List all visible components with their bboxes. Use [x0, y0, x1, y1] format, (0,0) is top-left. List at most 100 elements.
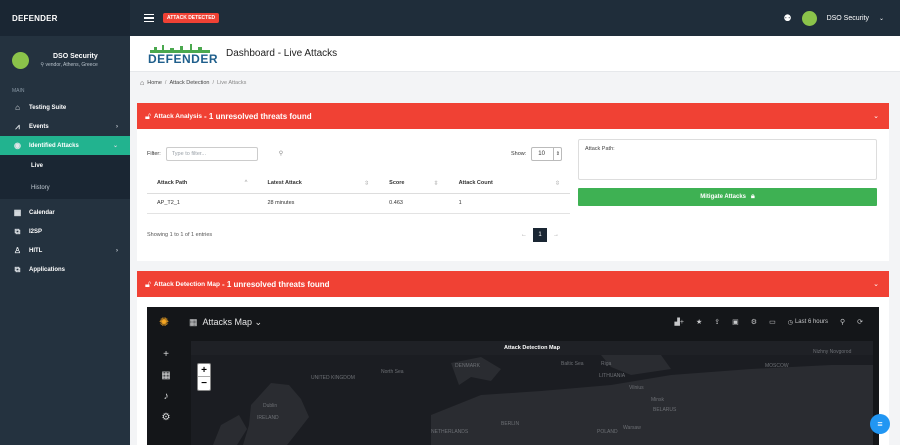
attack-detection-map-panel: 🔓︎ Attack Detection Map - 1 unresolved t… [137, 271, 889, 445]
grafana-toolbar: ✺ ▦ Attacks Map ⌄ ▟+ ★ ⇪ ▣ ⚙ ▭ ◷ Last 6 h… [147, 307, 879, 337]
sidebar-item-events[interactable]: ⩘ Events › [0, 117, 130, 136]
plus-icon[interactable]: + [163, 349, 169, 360]
menu-toggle-icon[interactable] [144, 13, 154, 23]
logo-text: DEFENDER [148, 51, 219, 66]
sidebar-item-testing-suite[interactable]: ⌂ Testing Suite [0, 98, 130, 117]
gear-icon[interactable]: ⚙ [162, 412, 171, 423]
attack-path-label: Attack Path: [585, 146, 615, 152]
map-title: Attack Detection Map [504, 345, 560, 351]
page-size-select[interactable]: 10 ⇕ [531, 147, 563, 161]
map-label: Minsk [651, 397, 665, 403]
page-button-current[interactable]: 1 [533, 228, 547, 242]
sidebar-item-label: Identified Attacks [29, 142, 79, 149]
table-row[interactable]: AP_T2_1 28 minutes 0.463 1 [147, 193, 570, 214]
sidebar-item-calendar[interactable]: ▦ Calendar [0, 203, 130, 222]
profile-name: DSO Security [53, 52, 98, 60]
star-icon[interactable]: ★ [696, 318, 702, 326]
sidebar-item-label: Testing Suite [29, 104, 67, 111]
attack-analysis-header[interactable]: 🔓︎ Attack Analysis - 1 unresolved threat… [137, 103, 889, 129]
panel-prefix: Attack Analysis [153, 112, 203, 120]
world-map-panel: Attack Detection Map UNITED KINGDOM DENM… [191, 341, 873, 445]
map-canvas[interactable]: UNITED KINGDOM DENMARK LITHUANIA Vilnius… [191, 349, 873, 445]
cell-attack-path: AP_T2_1 [147, 193, 258, 214]
time-range-picker[interactable]: ◷ Last 6 hours [788, 319, 828, 326]
sidebar-item-label: Calendar [29, 209, 55, 216]
sort-icon: ⇳ [554, 181, 560, 187]
show-label: Show: [511, 151, 527, 157]
sidebar-item-identified-attacks[interactable]: ◉ Identified Attacks ⌄ [0, 136, 130, 155]
submenu-identified-attacks: Live History [0, 155, 130, 199]
column-header-latest-attack[interactable]: Latest Attack ⇳ [257, 174, 380, 194]
target-icon: ◉ [14, 141, 21, 150]
grafana-tools: ▟+ ★ ⇪ ▣ ⚙ ▭ ◷ Last 6 hours ⚲ ⟳ [675, 318, 879, 326]
copy-icon: ⧉ [14, 226, 21, 236]
monitor-icon[interactable]: ▭ [769, 318, 776, 326]
user-name[interactable]: DSO Security [827, 15, 869, 22]
attack-path-box: Attack Path: [578, 139, 877, 180]
map-label: Vilnius [629, 385, 644, 391]
attacks-table: Attack Path ^ Latest Attack ⇳ Score ⇳ Attac… [147, 174, 570, 214]
refresh-icon[interactable]: ⟳ [857, 318, 863, 326]
map-label: IRELAND [257, 415, 279, 421]
user-avatar[interactable] [801, 10, 817, 26]
sort-icon: ⇳ [433, 181, 439, 187]
gear-icon[interactable]: ⚙ [751, 318, 757, 326]
zoom-out-button[interactable]: − [198, 377, 210, 390]
map-label: BERLIN [501, 421, 520, 427]
attack-detected-badge[interactable]: ATTACK DETECTED [163, 13, 220, 23]
table-info: Showing 1 to 1 of 1 entries [147, 232, 213, 238]
copy-icon: ⧉ [14, 264, 21, 274]
grafana-logo-icon[interactable]: ✺ [149, 315, 179, 329]
share-icon[interactable]: ⇪ [714, 318, 720, 326]
chat-fab-button[interactable]: ≡ [870, 414, 890, 434]
sidebar-item-hitl[interactable]: ♙ HITL › [0, 241, 130, 260]
sidebar-item-label: Events [29, 123, 49, 130]
column-header-score[interactable]: Score ⇳ [379, 174, 449, 194]
map-label: North Sea [381, 369, 404, 375]
map-label: Nizhny Novgorod [813, 349, 852, 355]
breadcrumb-attack-detection[interactable]: Attack Detection [169, 80, 209, 86]
users-icon[interactable]: ⚉ [783, 13, 791, 24]
section-label-main: MAIN [12, 88, 25, 94]
breadcrumb-home[interactable]: Home [147, 80, 162, 86]
zoom-in-button[interactable]: + [198, 364, 210, 377]
arrow-left-icon[interactable]: ← [521, 232, 527, 238]
cell-latest-attack: 28 minutes [257, 193, 380, 214]
page-size-row: Show: 10 ⇕ [511, 147, 563, 161]
chevron-down-icon[interactable]: ⌄ [873, 112, 879, 120]
mitigate-attacks-button[interactable]: Mitigate Attacks 🔒︎ [578, 188, 877, 206]
breadcrumb-live-attacks: Live Attacks [217, 80, 247, 86]
filter-input[interactable] [165, 147, 258, 161]
sort-asc-icon: ^ [244, 180, 248, 186]
sidebar-subitem-live[interactable]: Live [0, 155, 130, 177]
home-icon[interactable]: ⌂ [140, 80, 144, 87]
column-header-attack-path[interactable]: Attack Path ^ [147, 174, 258, 194]
page-size-value: 10 [538, 151, 545, 157]
defender-logo: DEFENDER [146, 41, 218, 67]
top-bar: DEFENDER ATTACK DETECTED ⚉ DSO Security … [0, 0, 900, 36]
brand-label[interactable]: DEFENDER [0, 0, 130, 36]
column-header-attack-count[interactable]: Attack Count ⇳ [448, 174, 570, 194]
map-label: UNITED KINGDOM [311, 375, 355, 381]
chevron-down-icon[interactable]: ⌄ [873, 280, 879, 288]
lock-icon: 🔒︎ [751, 193, 755, 200]
sidebar-subitem-history[interactable]: History [0, 177, 130, 199]
sidebar: DSO Security ⚲ vendor, Athens, Greece MA… [0, 36, 130, 445]
map-zoom-control: + − [197, 363, 211, 391]
sidebar-item-label: I2SP [29, 228, 43, 235]
zoom-out-icon[interactable]: ⚲ [840, 318, 845, 326]
dashboards-icon[interactable]: ▦ [161, 370, 170, 381]
sidebar-item-i2sp[interactable]: ⧉ I2SP [0, 222, 130, 241]
arrow-right-icon[interactable]: → [553, 232, 559, 238]
chevron-down-icon[interactable]: ⌄ [879, 15, 884, 22]
dashboard-title[interactable]: Attacks Map ⌄ [203, 317, 263, 328]
select-arrow-icon: ⇕ [553, 148, 561, 160]
bell-icon[interactable]: ♪ [164, 391, 169, 402]
unlock-icon: 🔓︎ [145, 110, 151, 121]
detection-map-header[interactable]: 🔓︎ Attack Detection Map - 1 unresolved t… [137, 271, 889, 297]
profile-location: ⚲ vendor, Athens, Greece [40, 61, 98, 68]
save-icon[interactable]: ▣ [732, 318, 739, 326]
map-label: MOSCOW [765, 363, 789, 369]
sidebar-item-applications[interactable]: ⧉ Applications [0, 260, 130, 279]
add-panel-icon[interactable]: ▟+ [675, 318, 684, 326]
